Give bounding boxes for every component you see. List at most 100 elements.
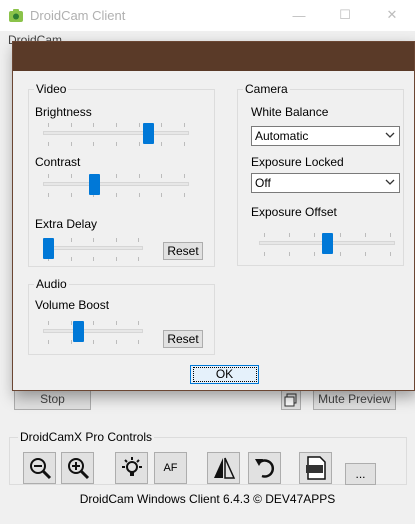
slider-tick [115, 238, 117, 242]
more-button[interactable]: ... [345, 463, 376, 485]
slider-track [43, 246, 143, 250]
extra-delay-slider[interactable] [43, 236, 143, 266]
footer-version: DroidCam Windows Client 6.4.3 © DEV47APP… [79, 492, 336, 506]
slider-tick [138, 123, 140, 127]
slider-tick [70, 257, 72, 261]
close-button[interactable]: ✕ [377, 4, 407, 26]
mirror-icon [213, 457, 235, 479]
extra-delay-label: Extra Delay [35, 217, 98, 231]
droidcam-app-icon [9, 9, 23, 22]
slider-tick [138, 238, 139, 242]
slider-tick [116, 193, 117, 197]
slider-tick [364, 233, 366, 237]
zoom-in-button[interactable] [61, 452, 94, 484]
jpg-file-icon [305, 456, 326, 480]
slider-track [43, 329, 143, 333]
contrast-slider[interactable] [43, 172, 189, 202]
slider-thumb[interactable] [73, 321, 85, 342]
slider-tick [264, 252, 265, 256]
slider-tick [70, 142, 72, 146]
slider-tick [138, 193, 140, 197]
volume-boost-reset-button[interactable]: Reset [163, 330, 203, 348]
slider-tick [115, 340, 117, 344]
chevron-down-icon [385, 132, 395, 138]
exposure-offset-slider[interactable] [259, 231, 395, 261]
rotate-icon [254, 459, 274, 478]
rotate-button[interactable] [248, 452, 281, 484]
zoom-out-icon [29, 458, 51, 480]
camera-group-title: Camera [243, 82, 290, 96]
slider-tick [116, 142, 117, 146]
zoom-in-icon [67, 458, 89, 480]
slider-thumb[interactable] [43, 238, 54, 259]
slider-tick [184, 123, 185, 127]
ok-button[interactable]: OK [190, 365, 259, 384]
contrast-label: Contrast [35, 155, 81, 169]
slider-tick [390, 233, 391, 237]
slider-tick [161, 123, 163, 127]
slider-tick [70, 123, 72, 127]
slider-tick [48, 123, 49, 127]
slider-tick [161, 142, 163, 146]
white-balance-select[interactable]: Automatic [251, 126, 400, 146]
slider-thumb[interactable] [142, 123, 154, 144]
exposure-locked-select[interactable]: Off [251, 173, 400, 193]
slider-tick [70, 193, 72, 197]
slider-tick [184, 142, 185, 146]
slider-tick [161, 174, 163, 178]
slider-tick [93, 142, 95, 146]
slider-track [43, 182, 189, 186]
slider-tick [184, 174, 185, 178]
slider-tick [264, 233, 265, 237]
ok-label: OK [192, 367, 257, 382]
dialog-titlebar[interactable] [13, 42, 414, 71]
flashlight-icon [121, 457, 142, 476]
slider-tick [138, 340, 139, 344]
slider-tick [289, 233, 291, 237]
save-jpg-button[interactable] [299, 452, 332, 484]
slider-tick [48, 340, 49, 344]
slider-tick [339, 252, 341, 256]
slider-thumb[interactable] [88, 174, 100, 195]
zoom-out-button[interactable] [23, 452, 56, 484]
audio-group-title: Audio [34, 277, 69, 291]
slider-tick [48, 321, 49, 325]
volume-boost-slider[interactable] [43, 319, 143, 349]
slider-tick [48, 193, 49, 197]
flashlight-button[interactable] [115, 452, 148, 484]
slider-tick [70, 238, 72, 242]
slider-tick [339, 233, 341, 237]
slider-tick [138, 321, 139, 325]
slider-tick [116, 123, 117, 127]
chevron-down-icon [385, 179, 395, 185]
slider-tick [314, 252, 316, 256]
brightness-slider[interactable] [43, 121, 189, 151]
autofocus-button[interactable]: AF [154, 452, 187, 484]
slider-tick [115, 321, 117, 325]
volume-boost-label: Volume Boost [35, 298, 110, 312]
slider-tick [70, 340, 72, 344]
slider-tick [93, 340, 94, 344]
white-balance-label: White Balance [251, 105, 329, 119]
screenshot-icon [284, 393, 297, 407]
slider-tick [364, 252, 366, 256]
mirror-button[interactable] [207, 452, 240, 484]
controls-dialog: Video Brightness Contrast Extra Delay Re… [12, 41, 415, 391]
slider-thumb[interactable] [321, 233, 333, 254]
video-group-title: Video [34, 82, 69, 96]
slider-tick [115, 257, 117, 261]
slider-tick [93, 123, 95, 127]
exposure-locked-value: Off [255, 176, 271, 190]
slider-tick [48, 174, 49, 178]
extra-delay-reset-button[interactable]: Reset [163, 242, 203, 260]
slider-tick [138, 174, 140, 178]
slider-tick [390, 252, 391, 256]
minimize-button[interactable]: — [284, 4, 314, 26]
stop-button[interactable]: Stop [14, 389, 91, 410]
slider-track [43, 131, 189, 135]
slider-tick [161, 193, 163, 197]
mute-preview-button[interactable]: Mute Preview [313, 389, 396, 410]
slider-tick [93, 238, 94, 242]
maximize-button[interactable]: ☐ [330, 4, 360, 26]
screenshot-button[interactable] [281, 389, 301, 410]
